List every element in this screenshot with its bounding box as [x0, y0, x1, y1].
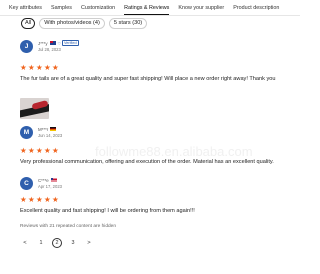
star-icon: ★	[28, 63, 35, 72]
reviewer-name: J***y	[38, 40, 48, 46]
review-text: The fur tails are of a great quality and…	[20, 76, 276, 82]
verified-label: Verified	[61, 40, 79, 46]
review-date: Jun 14, 2023	[38, 133, 63, 138]
hidden-reviews-note: Reviews with 21 repeated content are hid…	[20, 224, 116, 229]
star-icon: ★	[44, 63, 51, 72]
usa-flag-icon	[50, 178, 57, 182]
review-filters: All With photos/videos (4) 5 stars (30)	[21, 18, 148, 29]
reviewer-meta: J***y ♡ Verified Jul 28, 2023	[38, 40, 79, 52]
star-icon: ★	[36, 63, 43, 72]
star-rating: ★ ★ ★ ★ ★	[20, 195, 59, 204]
star-rating: ★ ★ ★ ★ ★	[20, 146, 59, 155]
next-page-button[interactable]: >	[84, 238, 94, 248]
tab-know-your-supplier[interactable]: Know your supplier	[169, 0, 224, 15]
pagination: < 1 2 3 >	[20, 238, 94, 248]
tab-ratings-reviews[interactable]: Ratings & Reviews	[115, 0, 170, 15]
star-icon: ★	[20, 195, 27, 204]
watermark: followme88.en.alibaba.com	[95, 144, 253, 159]
star-icon: ★	[52, 146, 59, 155]
star-rating: ★ ★ ★ ★ ★	[20, 63, 59, 72]
verified-badge: ♡ Verified	[58, 40, 79, 46]
review-text: Excellent quality and fast shipping! I w…	[20, 208, 195, 214]
reviewer-meta: M***r Jun 14, 2023	[38, 126, 63, 139]
star-icon: ★	[36, 146, 43, 155]
avatar: M	[20, 126, 33, 139]
page-2-button[interactable]: 2	[52, 238, 62, 248]
tab-product-description[interactable]: Product description	[224, 0, 279, 15]
star-icon: ★	[28, 146, 35, 155]
star-icon: ★	[52, 63, 59, 72]
page-1-button[interactable]: 1	[36, 238, 46, 248]
star-icon: ★	[44, 195, 51, 204]
review-text: Very professional communication, offerin…	[20, 159, 274, 165]
review-date: Apr 17, 2023	[38, 184, 62, 189]
australia-flag-icon	[49, 41, 56, 45]
avatar: C	[20, 177, 33, 190]
reviewer-name: M***r	[38, 126, 49, 132]
filter-with-photos[interactable]: With photos/videos (4)	[39, 18, 105, 29]
star-icon: ★	[20, 146, 27, 155]
page-3-button[interactable]: 3	[68, 238, 78, 248]
star-icon: ★	[28, 195, 35, 204]
star-icon: ★	[44, 146, 51, 155]
tab-key-attributes[interactable]: Key attributes	[0, 0, 42, 15]
star-icon: ★	[36, 195, 43, 204]
germany-flag-icon	[50, 127, 57, 131]
avatar: J	[20, 40, 33, 53]
tab-samples[interactable]: Samples	[42, 0, 72, 15]
filter-all[interactable]: All	[21, 18, 36, 29]
reviewer-name: C***e	[38, 177, 49, 183]
reviewer-meta: C***e Apr 17, 2023	[38, 177, 62, 190]
filter-5-stars[interactable]: 5 stars (30)	[108, 18, 148, 29]
star-icon: ★	[52, 195, 59, 204]
tab-bar: Key attributes Samples Customization Rat…	[0, 0, 300, 16]
review-photo[interactable]	[20, 98, 49, 119]
review-date: Jul 28, 2023	[38, 47, 61, 52]
heart-icon: ♡	[57, 41, 61, 46]
tab-customization[interactable]: Customization	[72, 0, 115, 15]
star-icon: ★	[20, 63, 27, 72]
prev-page-button[interactable]: <	[20, 238, 30, 248]
